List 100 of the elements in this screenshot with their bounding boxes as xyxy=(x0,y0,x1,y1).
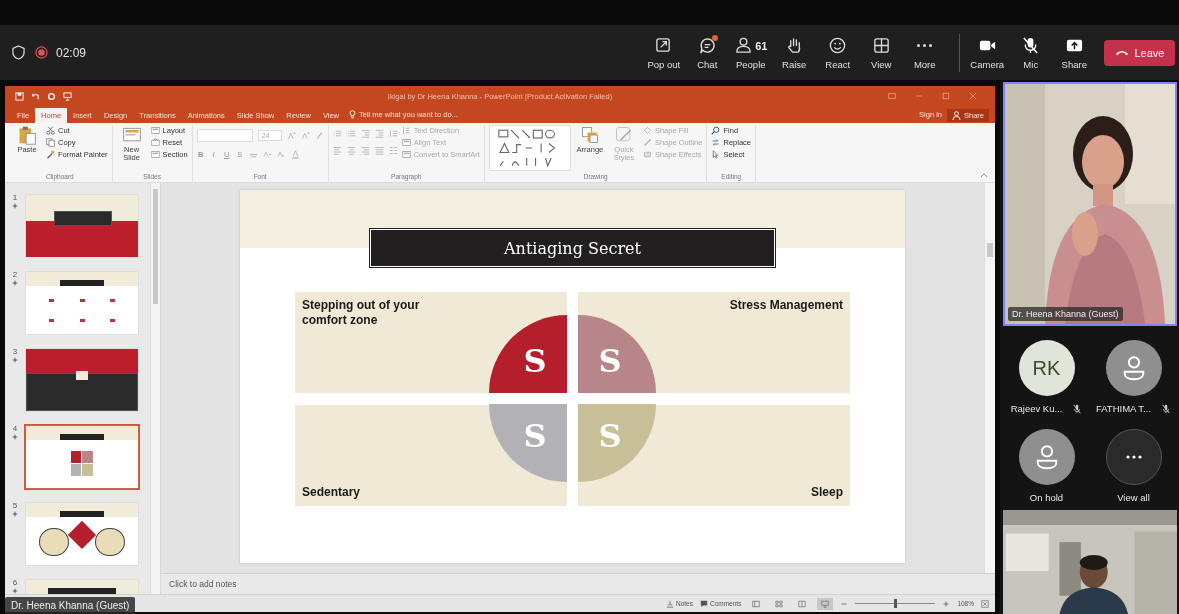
slide-thumbnail[interactable] xyxy=(24,424,140,490)
people-icon xyxy=(734,36,754,55)
scissors-icon xyxy=(46,126,55,135)
mic-off-icon xyxy=(1072,403,1083,414)
layout-icon xyxy=(401,150,411,159)
search-icon xyxy=(711,126,721,135)
lightbulb-icon xyxy=(349,110,356,119)
animation-icon xyxy=(12,280,18,286)
more-button[interactable]: More xyxy=(903,31,947,74)
participant-avatar[interactable]: RK xyxy=(1018,340,1075,396)
mic-off-icon xyxy=(1161,403,1172,414)
collapse-icon[interactable] xyxy=(980,173,988,178)
close-icon[interactable] xyxy=(969,92,977,100)
pen-icon xyxy=(642,138,652,147)
spacing-icon[interactable] xyxy=(262,150,272,159)
topic-label: Stress Management xyxy=(729,298,843,314)
indent-icon[interactable] xyxy=(360,129,370,138)
smiley-icon xyxy=(828,36,848,55)
zoom-slider[interactable] xyxy=(855,599,936,608)
view-button[interactable]: View xyxy=(859,31,903,74)
participant-name: On hold xyxy=(1029,492,1064,503)
topic-label: Stepping out of your comfort zone xyxy=(302,298,421,329)
slide-title: Antiaging Secret xyxy=(370,229,775,267)
animation-icon xyxy=(12,511,18,517)
change-case-icon[interactable] xyxy=(276,150,286,159)
presentation-icon[interactable] xyxy=(63,91,72,101)
share-button[interactable]: Share xyxy=(1052,31,1096,74)
justify-icon[interactable] xyxy=(374,146,384,155)
slideshow-view-icon[interactable] xyxy=(817,597,834,610)
columns-icon[interactable] xyxy=(388,146,398,155)
undo-icon[interactable] xyxy=(31,91,40,101)
grow-font-icon[interactable] xyxy=(286,131,296,140)
bullets-icon[interactable] xyxy=(332,129,342,138)
chat-icon xyxy=(697,36,717,55)
participant-name: View all xyxy=(1117,492,1150,503)
copy-icon xyxy=(46,138,55,147)
topic-label: Sedentary xyxy=(302,485,361,500)
slide-thumbnail[interactable] xyxy=(24,347,140,413)
slide-number: 5 xyxy=(12,501,18,510)
topic-label: Sleep xyxy=(811,485,843,500)
animation-icon xyxy=(12,434,18,440)
popout-button[interactable]: Pop out xyxy=(642,31,686,74)
slide-number: 6 xyxy=(12,578,18,587)
people-button[interactable]: 61 People xyxy=(729,31,773,74)
participant-name: Dr. Heena Khanna (Guest) xyxy=(1008,307,1123,321)
save-icon[interactable] xyxy=(15,91,24,101)
line-spacing-icon[interactable] xyxy=(388,129,398,138)
numbering-icon[interactable] xyxy=(346,129,356,138)
more-icon xyxy=(1125,455,1142,459)
slide-thumbnail[interactable] xyxy=(24,501,140,567)
slide-number: 4 xyxy=(12,424,18,433)
presenter-name: Dr. Heena Khanna (Guest) xyxy=(5,597,136,614)
slide-number: 3 xyxy=(12,347,18,356)
reset-icon xyxy=(150,138,160,147)
cursor-icon xyxy=(711,150,721,159)
bucket-icon xyxy=(642,126,652,135)
slide-number: 2 xyxy=(12,270,18,279)
participant-name: FATHIMA T... xyxy=(1095,403,1152,414)
phone-icon xyxy=(1114,49,1129,56)
notes-icon xyxy=(665,599,674,608)
font-color-icon[interactable] xyxy=(290,150,300,159)
align-left-icon[interactable] xyxy=(332,146,342,155)
slide-number: 1 xyxy=(12,193,18,202)
participant-name: Rajeev Ku... xyxy=(1010,403,1063,414)
scrollbar[interactable] xyxy=(984,183,995,573)
align-right-icon[interactable] xyxy=(360,146,370,155)
font-name-field[interactable] xyxy=(196,129,253,142)
animation-icon xyxy=(12,203,18,209)
react-button[interactable]: React xyxy=(816,31,860,74)
slide-thumbnail[interactable] xyxy=(24,270,140,336)
ribbon-display-icon[interactable] xyxy=(888,92,896,100)
comment-icon xyxy=(699,599,708,608)
layout-icon xyxy=(150,150,160,159)
raise-button[interactable]: Raise xyxy=(772,31,816,74)
camera-button[interactable]: Camera xyxy=(965,31,1009,74)
fit-icon[interactable] xyxy=(981,599,989,608)
meeting-timer: 02:09 xyxy=(56,45,87,60)
grid-icon xyxy=(871,36,891,55)
minimize-icon[interactable] xyxy=(915,92,923,100)
indent-icon[interactable] xyxy=(374,129,384,138)
effects-icon xyxy=(642,150,652,159)
layout-icon xyxy=(401,138,411,147)
layout-icon xyxy=(150,126,160,135)
mic-button[interactable]: Mic xyxy=(1009,31,1053,74)
zoom-in-icon[interactable] xyxy=(942,599,951,608)
align-center-icon[interactable] xyxy=(346,146,356,155)
person-icon xyxy=(952,111,961,120)
scrollbar[interactable] xyxy=(150,183,160,594)
maximize-icon[interactable] xyxy=(942,92,950,100)
notes-field[interactable]: Click to add notes xyxy=(161,573,995,594)
shrink-font-icon[interactable] xyxy=(300,131,310,140)
text-direction-icon xyxy=(401,126,411,135)
animation-icon xyxy=(12,588,18,594)
leave-button[interactable]: Leave xyxy=(1104,39,1175,66)
animation-icon xyxy=(12,357,18,363)
chat-button[interactable]: Chat xyxy=(685,31,729,74)
more-icon xyxy=(917,44,933,47)
slide-thumbnail[interactable] xyxy=(24,193,140,259)
clear-format-icon[interactable] xyxy=(314,131,324,140)
shield-icon xyxy=(12,45,25,60)
